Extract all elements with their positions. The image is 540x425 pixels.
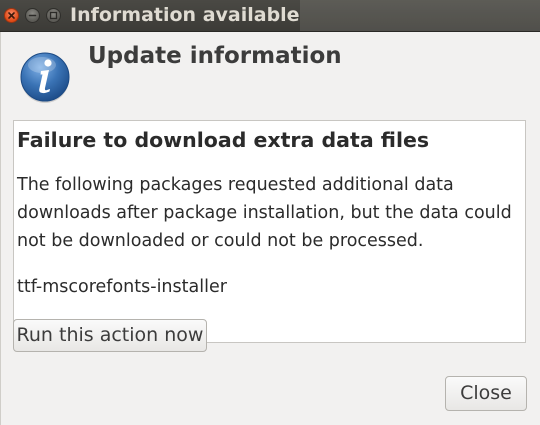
dialog-body: Update information Failure to download e… <box>0 32 540 425</box>
window-maximize-button[interactable] <box>46 8 61 23</box>
title-bar: Information available <box>0 0 540 32</box>
close-icon <box>8 12 15 19</box>
minimize-icon <box>28 14 37 17</box>
dialog-heading: Update information <box>88 43 342 69</box>
close-button[interactable]: Close <box>445 376 527 411</box>
package-name: ttf-mscorefonts-installer <box>17 277 227 297</box>
message-text-area[interactable]: Failure to download extra data files The… <box>13 120 526 343</box>
window-minimize-button[interactable] <box>25 8 40 23</box>
run-action-button[interactable]: Run this action now <box>13 319 207 352</box>
info-icon <box>20 52 70 103</box>
window-close-button[interactable] <box>4 8 19 23</box>
message-body: The following packages requested additio… <box>17 175 512 251</box>
message-title: Failure to download extra data files <box>17 128 430 152</box>
maximize-icon <box>49 11 58 20</box>
window-title: Information available <box>70 4 300 26</box>
background-window-glimpse <box>300 0 540 31</box>
